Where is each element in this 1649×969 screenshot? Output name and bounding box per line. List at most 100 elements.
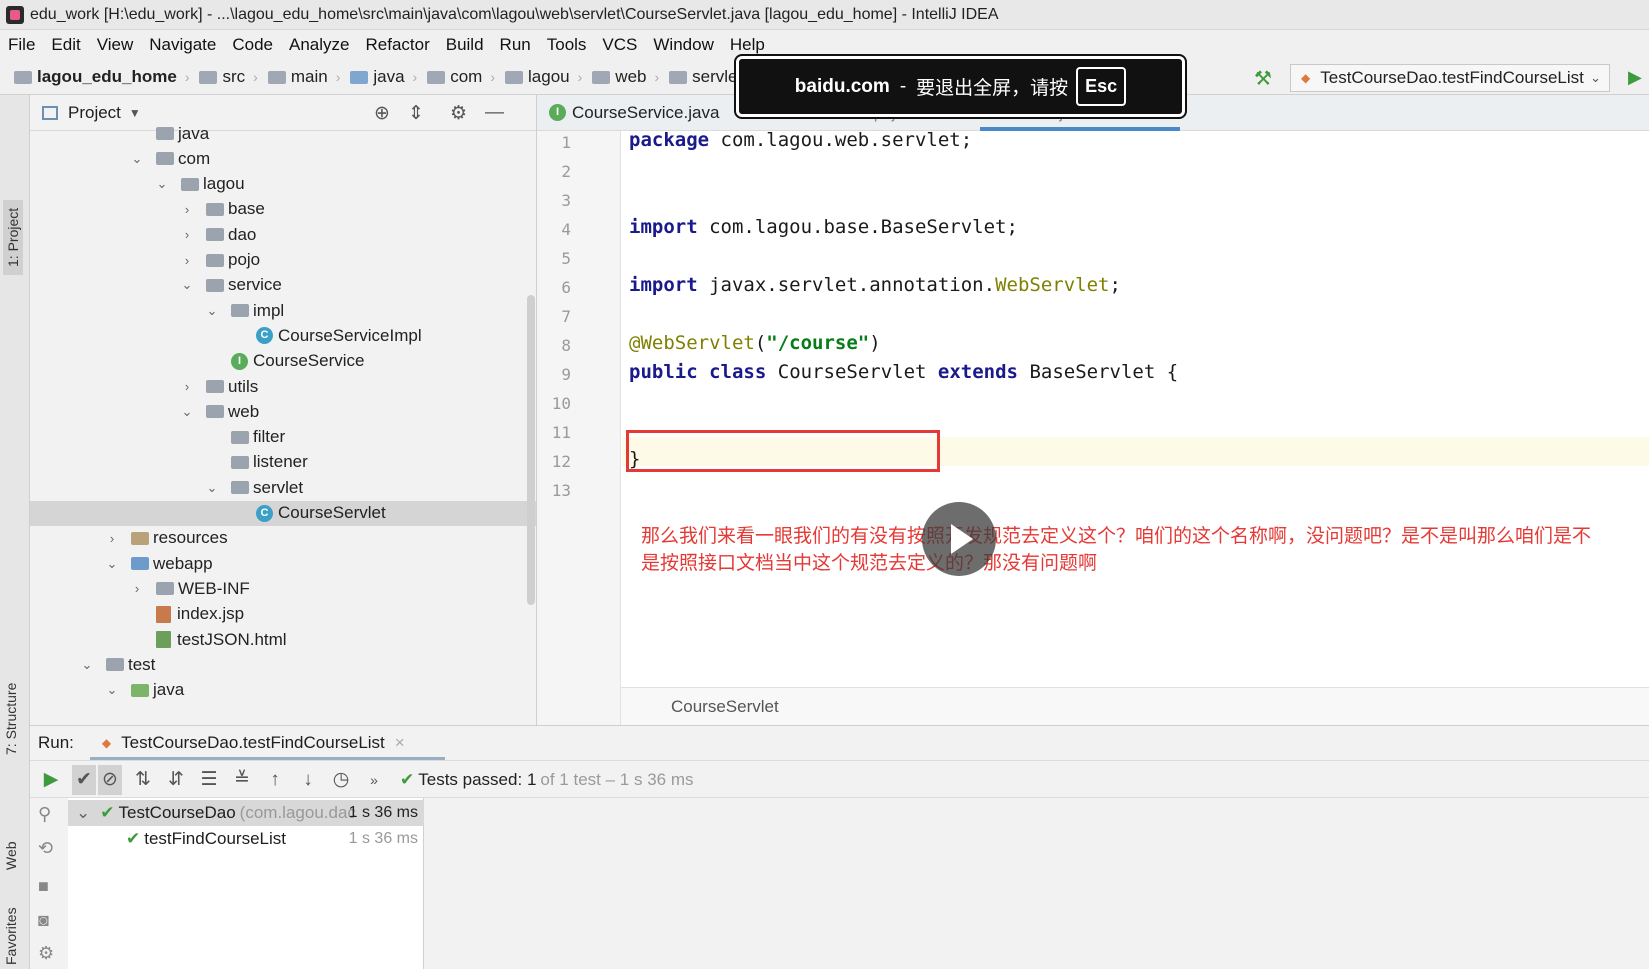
tree-item-label: utils [228,376,259,396]
breadcrumb-lagou[interactable]: lagou › [505,67,588,87]
tree-item[interactable]: ⌄ service [30,273,536,298]
code-line-6[interactable]: import javax.servlet.annotation.WebServl… [629,274,1121,296]
code-line-1[interactable]: package com.lagou.web.servlet; [629,129,972,151]
menu-edit[interactable]: Edit [51,35,80,55]
chevron-down-icon[interactable]: ⌄ [76,803,90,823]
pin-icon[interactable]: ⚲ [38,804,51,825]
expand-all-icon[interactable]: ☰ [197,768,221,791]
menu-view[interactable]: View [97,35,134,55]
breadcrumb-src[interactable]: src › [199,67,263,87]
show-passed-icon[interactable]: ✔ [72,764,96,795]
menu-navigate[interactable]: Navigate [149,35,216,55]
tree-item[interactable]: C CourseServlet [30,500,536,526]
collapse-all-icon[interactable]: ≚ [230,768,254,791]
tree-item[interactable]: › WEB-INF [30,576,536,601]
breadcrumb-project[interactable]: lagou_edu_home › [14,67,195,87]
sort-duration-icon[interactable]: ⇵ [164,768,188,791]
tree-item[interactable]: ⌄ com [30,146,536,171]
tree-item[interactable]: ⌄ web [30,399,536,424]
chevron-right-icon[interactable]: › [180,202,194,217]
tree-item[interactable]: ⌄ webapp [30,551,536,576]
previous-test-icon[interactable]: ↑ [263,769,287,791]
scrollbar[interactable] [527,295,535,605]
tree-item[interactable]: › pojo [30,248,536,273]
tree-item[interactable]: index.jsp [30,602,536,627]
menu-file[interactable]: File [8,35,35,55]
chevron-right-icon[interactable]: › [105,531,119,546]
tree-item[interactable]: › dao [30,222,536,247]
menu-code[interactable]: Code [232,35,273,55]
tree-item[interactable]: ⌄ servlet [30,475,536,500]
chevron-right-icon[interactable]: › [180,379,194,394]
camera-icon[interactable]: ◙ [38,910,49,931]
menu-analyze[interactable]: Analyze [289,35,349,55]
code-line-9[interactable]: public class CourseServlet extends BaseS… [629,361,1178,383]
menu-window[interactable]: Window [653,35,713,55]
run-tab[interactable]: ◆ TestCourseDao.testFindCourseList × [102,733,405,753]
menu-tools[interactable]: Tools [547,35,587,55]
project-tool-tab[interactable]: 1: Project [3,199,23,275]
history-icon[interactable]: ◷ [329,768,353,791]
play-icon[interactable] [922,502,996,576]
chevron-right-icon[interactable]: › [130,581,144,596]
tree-item[interactable]: I CourseService [30,349,536,374]
tree-item[interactable]: › utils [30,374,536,399]
test-result-row[interactable]: ⌄ ✔ TestCourseDao (com.lagou.dac 1 s 36 ms [68,800,424,826]
build-hammer-icon[interactable]: ⚒ [1254,66,1272,91]
tree-item[interactable]: filter [30,425,536,450]
menu-refactor[interactable]: Refactor [365,35,429,55]
menu-vcs[interactable]: VCS [602,35,637,55]
close-icon[interactable]: × [395,733,405,753]
editor-breadcrumb[interactable]: CourseServlet [621,687,1649,725]
menu-help[interactable]: Help [730,35,765,55]
chevron-down-icon[interactable]: ⌄ [180,277,194,293]
tree-item[interactable]: testJSON.html [30,627,536,652]
breadcrumb-main[interactable]: main › [267,67,347,87]
chevron-down-icon[interactable]: ⌄ [130,151,144,167]
run-icon[interactable]: ▶ [1628,67,1642,88]
tree-item[interactable]: ⌄ java [30,678,536,703]
web-tool-tab[interactable]: Web [3,841,19,870]
favorites-tool-tab[interactable]: Favorites [3,907,19,965]
tree-item[interactable]: › resources [30,526,536,551]
rerun-icon[interactable]: ▶ [39,768,63,791]
tree-item[interactable]: › base [30,197,536,222]
menu-run[interactable]: Run [500,35,531,55]
code-line-4[interactable]: import com.lagou.base.BaseServlet; [629,216,1018,238]
settings-icon[interactable]: ⚙ [38,943,54,964]
structure-tool-tab[interactable]: 7: Structure [3,683,19,755]
stop-icon[interactable]: ■ [38,876,49,897]
chevron-down-icon[interactable]: ⌄ [180,404,194,420]
breadcrumb-web[interactable]: web › [592,67,665,87]
tree-item[interactable]: ⌄ lagou [30,172,536,197]
more-icon[interactable]: » [362,772,386,788]
chevron-down-icon[interactable]: ⌄ [205,480,219,496]
chevron-down-icon[interactable]: ⌄ [80,657,94,673]
editor-area: I CourseService.java CourseServiceImpl.j… [537,95,1649,725]
test-result-row[interactable]: ✔ testFindCourseList 1 s 36 ms [68,826,424,852]
chevron-down-icon[interactable]: ⌄ [205,303,219,319]
code-line-8[interactable]: @WebServlet("/course") [629,332,881,354]
tab-courseservice[interactable]: I CourseService.java [537,95,731,131]
tree-item[interactable]: C CourseServiceImpl [30,323,536,348]
chevron-down-icon[interactable]: ⌄ [105,682,119,698]
tree-item[interactable]: listener [30,450,536,475]
tree-item[interactable]: java [30,121,536,146]
tree-item[interactable]: ⌄ test [30,652,536,677]
chevron-right-icon[interactable]: › [180,253,194,268]
tree-item[interactable]: ⌄ impl [30,298,536,323]
chevron-down-icon[interactable]: ⌄ [105,556,119,572]
project-view-select[interactable]: Project [68,103,121,123]
restore-layout-icon[interactable]: ⟲ [38,838,53,859]
show-ignored-icon[interactable]: ⊘ [98,764,122,795]
menu-build[interactable]: Build [446,35,484,55]
next-test-icon[interactable]: ↓ [296,769,320,791]
breadcrumb-java[interactable]: java › [350,67,423,87]
caret-down-icon[interactable]: ▼ [129,106,141,120]
chevron-right-icon[interactable]: › [180,227,194,242]
breadcrumb-com[interactable]: com › [427,67,501,87]
chevron-down-icon[interactable]: ⌄ [155,176,169,192]
sort-alpha-icon[interactable]: ⇅ [131,768,155,791]
run-configuration-select[interactable]: ◆ TestCourseDao.testFindCourseList ⌄ [1290,64,1610,92]
breadcrumb-servlet[interactable]: servlet [669,67,742,87]
